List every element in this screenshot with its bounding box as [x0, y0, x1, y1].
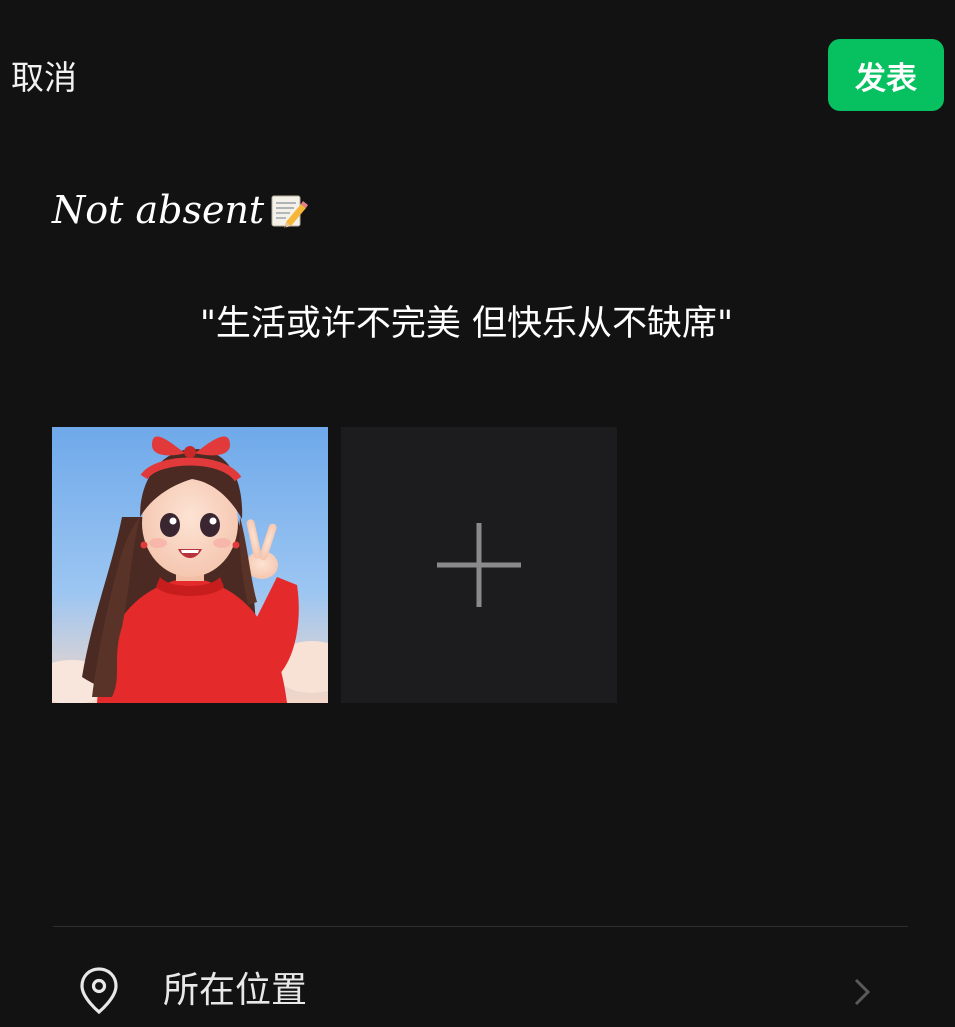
cancel-button[interactable]: 取消: [11, 56, 77, 100]
publish-button[interactable]: 发表: [828, 39, 944, 111]
location-pin-icon: [77, 965, 121, 1017]
memo-pencil-icon: [270, 190, 309, 230]
plus-icon: [437, 523, 521, 607]
photo-thumbnail[interactable]: [52, 427, 328, 703]
location-row[interactable]: 所在位置: [53, 955, 908, 1027]
girl-peace-sign-avatar: [52, 427, 328, 703]
headline-text: Not absent: [52, 188, 265, 232]
post-quote: "生活或许不完美 但快乐从不缺席": [199, 304, 734, 344]
post-headline: Not absent: [52, 184, 309, 236]
location-label: 所在位置: [163, 970, 308, 1011]
add-photo-button[interactable]: [341, 427, 617, 703]
divider: [53, 926, 908, 927]
chevron-right-icon: [851, 977, 873, 1007]
